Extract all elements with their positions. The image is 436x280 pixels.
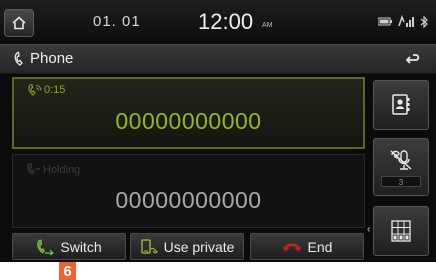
battery-icon [378,17,392,26]
use-private-icon [140,238,158,254]
phone-header: Phone [0,44,436,74]
mic-mute-button[interactable]: 3 [373,138,429,196]
phone-screen: 01. 01 12:00 AM Phone 0:15 00000000000 H… [0,0,436,262]
back-arrow-icon [405,54,420,64]
active-call-icon [28,84,42,96]
switch-call-button[interactable]: Switch [12,233,126,260]
bluetooth-icon [420,16,428,28]
use-private-button[interactable]: Use private [130,233,244,260]
status-icons [376,14,432,30]
callout-number-badge: 6 [59,262,76,280]
end-call-button[interactable]: End [250,233,364,260]
status-ampm: AM [262,22,273,29]
status-date: 01. 01 [93,13,141,30]
end-call-icon [282,243,301,251]
panel-expand-arrow[interactable]: ‹ [367,224,370,235]
held-call-panel[interactable]: Holding 00000000000 [12,154,365,228]
call-timer: 0:15 [44,84,66,96]
phone-icon [14,51,23,66]
switch-label: Switch [60,238,102,255]
held-call-number: 00000000000 [115,187,262,213]
status-clock: 12:00 [198,9,254,34]
use-private-label: Use private [163,238,235,255]
home-button[interactable] [4,9,34,37]
switch-call-icon [37,239,55,255]
contacts-icon [392,94,410,115]
active-call-number: 00000000000 [115,108,262,134]
contacts-button[interactable] [373,80,429,130]
page-title: Phone [30,50,74,67]
held-call-icon [27,163,40,175]
back-button[interactable] [398,49,428,71]
keypad-icon [391,220,411,242]
mic-level-indicator: 3 [381,175,421,187]
active-call-panel[interactable]: 0:15 00000000000 [12,77,365,149]
holding-label: Holding [43,164,81,176]
end-label: End [307,238,333,255]
status-bar: 01. 01 12:00 AM [0,0,436,44]
keypad-button[interactable] [373,206,429,256]
mic-mute-icon [390,149,412,170]
home-icon [12,16,26,30]
signal-icon [398,14,414,27]
